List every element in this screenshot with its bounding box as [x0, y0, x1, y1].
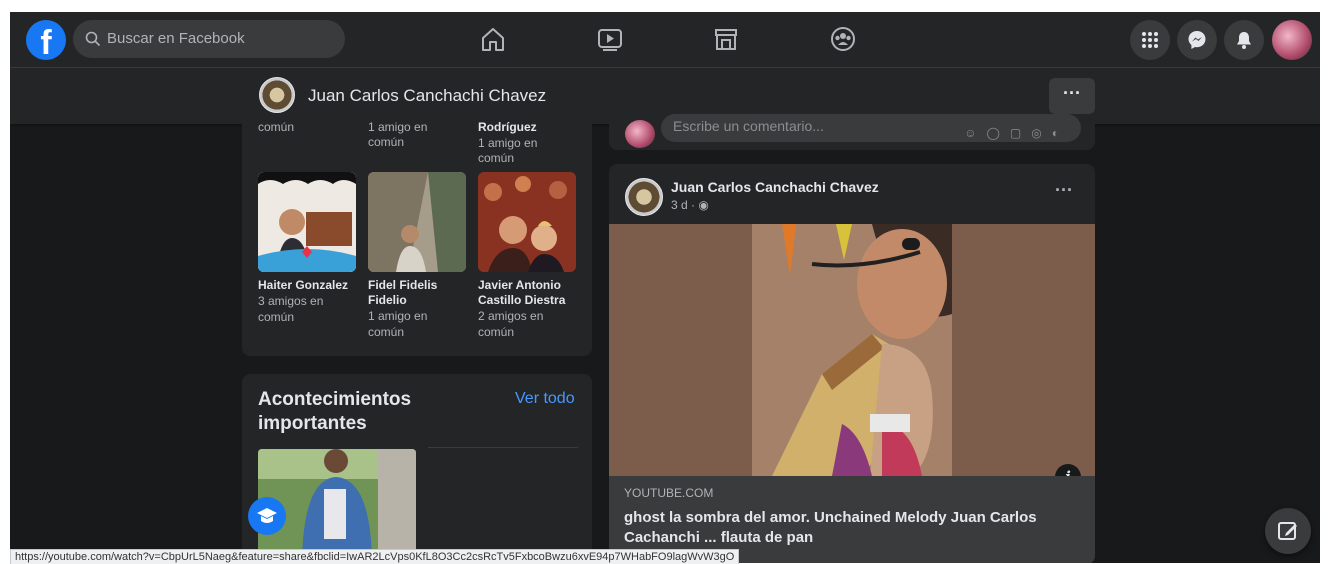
friend-photo-image [478, 172, 576, 272]
friend-photo-image [368, 172, 466, 272]
post-author-avatar[interactable] [625, 178, 663, 216]
search-input[interactable]: Buscar en Facebook [73, 20, 345, 58]
facebook-logo[interactable]: f [26, 20, 66, 60]
friend-photo[interactable] [368, 172, 466, 272]
friend-mutual: 2 amigos en común [478, 309, 544, 339]
friend-item[interactable]: Haiter Gonzalez 3 amigos en común [258, 172, 356, 325]
friend-photo[interactable] [478, 172, 576, 272]
friend-name[interactable]: Javier Antonio Castillo Diestra [478, 278, 576, 308]
groups-icon[interactable] [828, 24, 858, 54]
link-title[interactable]: ghost la sombra del amor. Unchained Melo… [624, 508, 1064, 548]
friend-mutual-text: 1 amigo en común [368, 120, 428, 149]
messenger-button[interactable] [1177, 20, 1217, 60]
notifications-icon [1237, 32, 1251, 49]
comment-tool-icons[interactable]: ☺◯▢◎◐ [964, 121, 1069, 145]
post-time-text: 3 d · [671, 198, 699, 212]
friend-mutual: 1 amigo en común [368, 309, 428, 339]
account-avatar[interactable] [1272, 20, 1312, 60]
friend-mutual-text: 1 amigo en común [478, 136, 538, 165]
marketplace-icon[interactable] [711, 24, 741, 54]
globe-icon: ◉ [698, 198, 709, 212]
search-icon [85, 31, 101, 47]
post-card: Juan Carlos Canchachi Chavez 3 d · ◉ ··· [609, 164, 1095, 563]
post-timestamp[interactable]: 3 d · ◉ [671, 198, 709, 212]
profile-more-button[interactable]: ··· [1049, 78, 1095, 114]
post-author-name[interactable]: Juan Carlos Canchachi Chavez [671, 179, 879, 195]
link-domain: YOUTUBE.COM [624, 486, 714, 500]
friend-mutual-text: común [258, 120, 295, 134]
commenter-avatar [625, 120, 655, 148]
messenger-icon [1188, 31, 1206, 49]
comment-input[interactable]: Escribe un comentario... ☺◯▢◎◐ [661, 114, 1081, 142]
video-frame [752, 224, 952, 476]
friends-card: común 1 amigo en común Rodríguez 1 amigo… [242, 120, 592, 356]
notifications-button[interactable] [1224, 20, 1264, 60]
compose-icon [1278, 522, 1297, 540]
top-navigation-bar: f Buscar en Facebook [10, 12, 1320, 68]
life-event-item[interactable] [428, 447, 578, 563]
home-icon[interactable] [478, 24, 508, 54]
friend-name-tail[interactable]: Rodríguez [478, 120, 568, 135]
menu-grid-icon [1142, 32, 1158, 48]
friend-photo-image [258, 172, 356, 272]
education-badge[interactable] [248, 497, 286, 535]
browser-status-url: https://youtube.com/watch?v=CbpUrL5Naeg&… [10, 549, 740, 564]
friend-photo[interactable] [258, 172, 356, 272]
profile-header-bar: Juan Carlos Canchachi Chavez ··· [10, 68, 1320, 124]
see-all-link[interactable]: Ver todo [515, 390, 575, 408]
post-more-button[interactable]: ··· [1049, 178, 1079, 208]
life-events-card: Acontecimientos importantes Ver todo [242, 374, 592, 563]
facebook-screen: f Buscar en Facebook Juan Carlos Canchac… [10, 12, 1320, 563]
search-placeholder: Buscar en Facebook [107, 30, 245, 47]
profile-avatar[interactable] [259, 77, 295, 113]
menu-grid-button[interactable] [1130, 20, 1170, 60]
friend-name[interactable]: Fidel Fidelis Fidelio [368, 278, 466, 308]
watch-icon[interactable] [595, 24, 625, 54]
new-message-button[interactable] [1265, 508, 1311, 554]
friend-name[interactable]: Haiter Gonzalez [258, 278, 356, 293]
video-frame-image [752, 224, 952, 476]
friend-item[interactable]: Fidel Fidelis Fidelio 1 amigo en común [368, 172, 466, 340]
friend-mutual: 3 amigos en común [258, 294, 324, 324]
video-thumbnail[interactable]: i [609, 224, 1095, 490]
graduation-cap-icon [257, 508, 277, 523]
profile-name[interactable]: Juan Carlos Canchachi Chavez [308, 86, 546, 106]
life-events-title: Acontecimientos importantes [258, 389, 412, 434]
comment-placeholder: Escribe un comentario... [673, 118, 824, 134]
friend-item[interactable]: Javier Antonio Castillo Diestra 2 amigos… [478, 172, 576, 340]
